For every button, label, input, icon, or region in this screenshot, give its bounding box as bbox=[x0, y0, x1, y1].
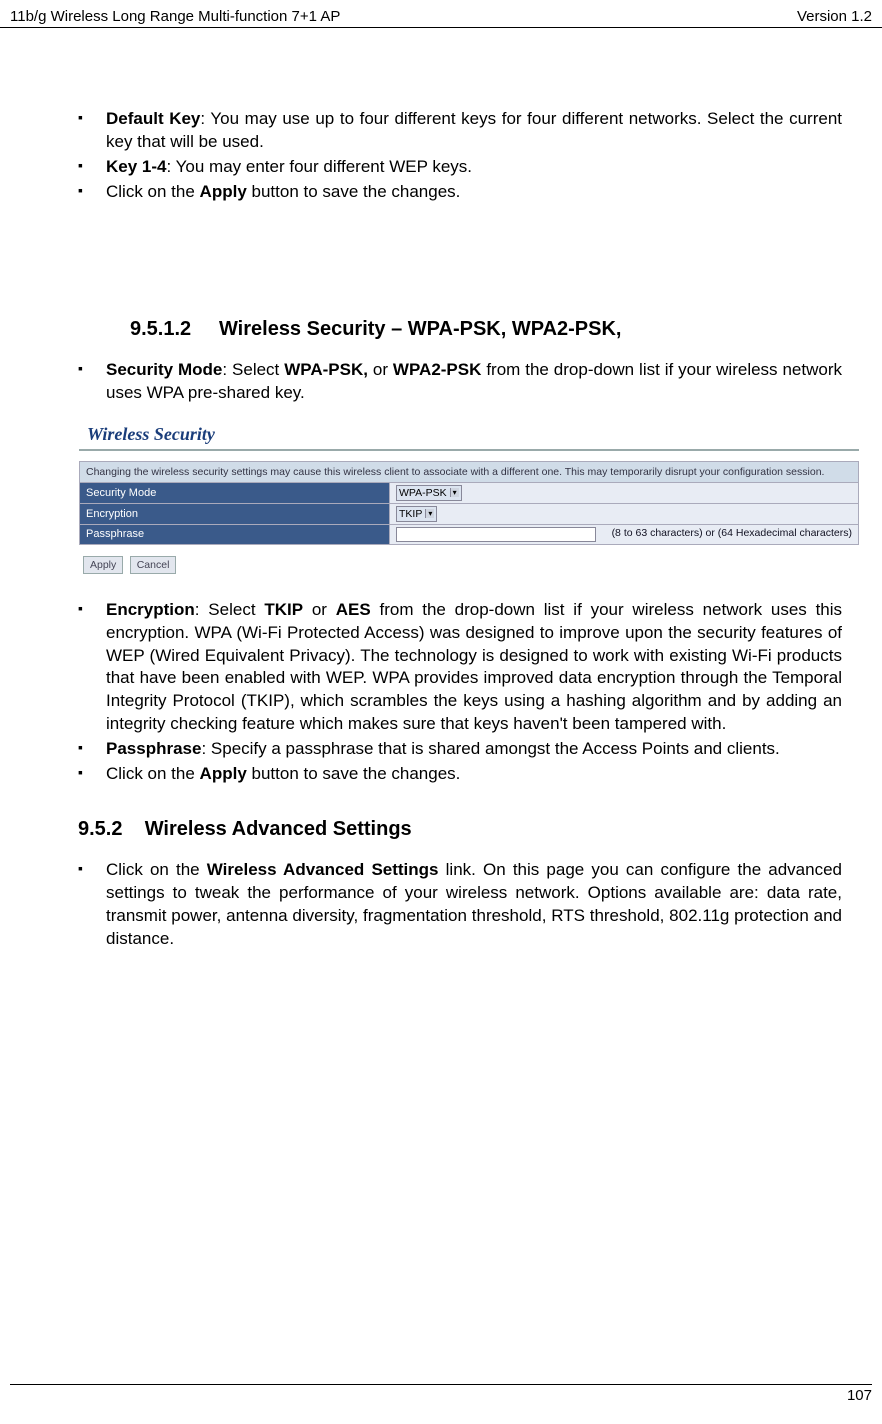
ws-separator bbox=[79, 449, 859, 451]
chevron-down-icon: ▾ bbox=[425, 509, 434, 518]
header-right: Version 1.2 bbox=[797, 8, 872, 25]
security-mode-select[interactable]: WPA-PSK ▾ bbox=[396, 485, 462, 501]
text-apply-suffix: button to save the changes. bbox=[247, 182, 461, 201]
bullet-advanced-settings: Click on the Wireless Advanced Settings … bbox=[78, 859, 842, 951]
ws-row-security-mode: Security Mode WPA-PSK ▾ bbox=[80, 482, 859, 503]
page-header: 11b/g Wireless Long Range Multi-function… bbox=[0, 0, 882, 28]
wireless-security-screenshot: Wireless Security Changing the wireless … bbox=[78, 423, 842, 575]
section-9-5-1-2-heading: 9.5.1.2 Wireless Security – WPA-PSK, WPA… bbox=[130, 318, 842, 341]
encryption-select[interactable]: TKIP ▾ bbox=[396, 506, 437, 522]
bullet-apply-top: Click on the Apply button to save the ch… bbox=[78, 181, 842, 204]
bullet-encryption: Encryption: Select TKIP or AES from the … bbox=[78, 599, 842, 737]
ws-row-passphrase: Passphrase (8 to 63 characters) or (64 H… bbox=[80, 524, 859, 544]
ws-button-row: Apply Cancel bbox=[79, 555, 841, 574]
label-wpa-psk: WPA-PSK, bbox=[284, 360, 368, 379]
security-mode-bullet-list: Security Mode: Select WPA-PSK, or WPA2-P… bbox=[40, 359, 842, 405]
page-footer: 107 bbox=[10, 1384, 872, 1404]
bullet-apply-bottom: Click on the Apply button to save the ch… bbox=[78, 763, 842, 786]
encryption-value: TKIP bbox=[399, 508, 422, 520]
text-enc-1: : Select bbox=[195, 600, 265, 619]
bullet-default-key: Default Key: You may use up to four diff… bbox=[78, 108, 842, 154]
label-default-key: Default Key bbox=[106, 109, 200, 128]
ws-label-passphrase: Passphrase bbox=[80, 524, 390, 544]
text-pass-1: : Specify a passphrase that is shared am… bbox=[201, 739, 779, 758]
top-bullet-list: Default Key: You may use up to four diff… bbox=[40, 108, 842, 204]
text-default-key: : You may use up to four different keys … bbox=[106, 109, 842, 151]
encryption-bullet-list: Encryption: Select TKIP or AES from the … bbox=[40, 599, 842, 787]
bullet-passphrase: Passphrase: Specify a passphrase that is… bbox=[78, 738, 842, 761]
ws-label-encryption: Encryption bbox=[80, 503, 390, 524]
section-title: Wireless Security – WPA-PSK, WPA2-PSK, bbox=[219, 318, 622, 340]
text-apply-prefix: Click on the bbox=[106, 182, 200, 201]
label-key14: Key 1-4 bbox=[106, 157, 166, 176]
section-num: 9.5.1.2 bbox=[130, 318, 191, 340]
ws-label-security-mode: Security Mode bbox=[80, 482, 390, 503]
label-apply: Apply bbox=[200, 182, 247, 201]
ws-panel-title: Wireless Security bbox=[79, 424, 841, 445]
text-key14: : You may enter four different WEP keys. bbox=[166, 157, 472, 176]
label-security-mode: Security Mode bbox=[106, 360, 222, 379]
label-passphrase-b: Passphrase bbox=[106, 739, 201, 758]
passphrase-input[interactable] bbox=[396, 527, 596, 542]
header-left: 11b/g Wireless Long Range Multi-function… bbox=[10, 8, 340, 25]
ws-table: Changing the wireless security settings … bbox=[79, 461, 859, 545]
security-mode-value: WPA-PSK bbox=[399, 487, 447, 499]
text-adv-prefix: Click on the bbox=[106, 860, 207, 879]
bullet-key-1-4: Key 1-4: You may enter four different WE… bbox=[78, 156, 842, 179]
text-apply2-suffix: button to save the changes. bbox=[247, 764, 461, 783]
label-tkip: TKIP bbox=[264, 600, 303, 619]
text-sm-2: or bbox=[368, 360, 393, 379]
text-enc-2: or bbox=[303, 600, 336, 619]
text-sm-1: : Select bbox=[222, 360, 284, 379]
text-apply2-prefix: Click on the bbox=[106, 764, 200, 783]
section2-title: Wireless Advanced Settings bbox=[145, 818, 412, 840]
cancel-button[interactable]: Cancel bbox=[130, 556, 177, 574]
ws-row-encryption: Encryption TKIP ▾ bbox=[80, 503, 859, 524]
label-wpa2-psk: WPA2-PSK bbox=[393, 360, 481, 379]
section-9-5-2-heading: 9.5.2 Wireless Advanced Settings bbox=[78, 818, 842, 841]
bullet-security-mode: Security Mode: Select WPA-PSK, or WPA2-P… bbox=[78, 359, 842, 405]
page-number: 107 bbox=[847, 1387, 872, 1404]
page-content: Default Key: You may use up to four diff… bbox=[40, 28, 842, 951]
apply-button[interactable]: Apply bbox=[83, 556, 123, 574]
label-adv-settings: Wireless Advanced Settings bbox=[207, 860, 439, 879]
label-encryption: Encryption bbox=[106, 600, 195, 619]
label-apply2: Apply bbox=[200, 764, 247, 783]
passphrase-hint: (8 to 63 characters) or (64 Hexadecimal … bbox=[612, 527, 852, 539]
ws-notice: Changing the wireless security settings … bbox=[80, 461, 859, 482]
section2-num: 9.5.2 bbox=[78, 818, 122, 840]
label-aes: AES bbox=[336, 600, 371, 619]
text-enc-3: from the drop-down list if your wireless… bbox=[106, 600, 842, 734]
advanced-bullet-list: Click on the Wireless Advanced Settings … bbox=[40, 859, 842, 951]
chevron-down-icon: ▾ bbox=[450, 488, 459, 497]
